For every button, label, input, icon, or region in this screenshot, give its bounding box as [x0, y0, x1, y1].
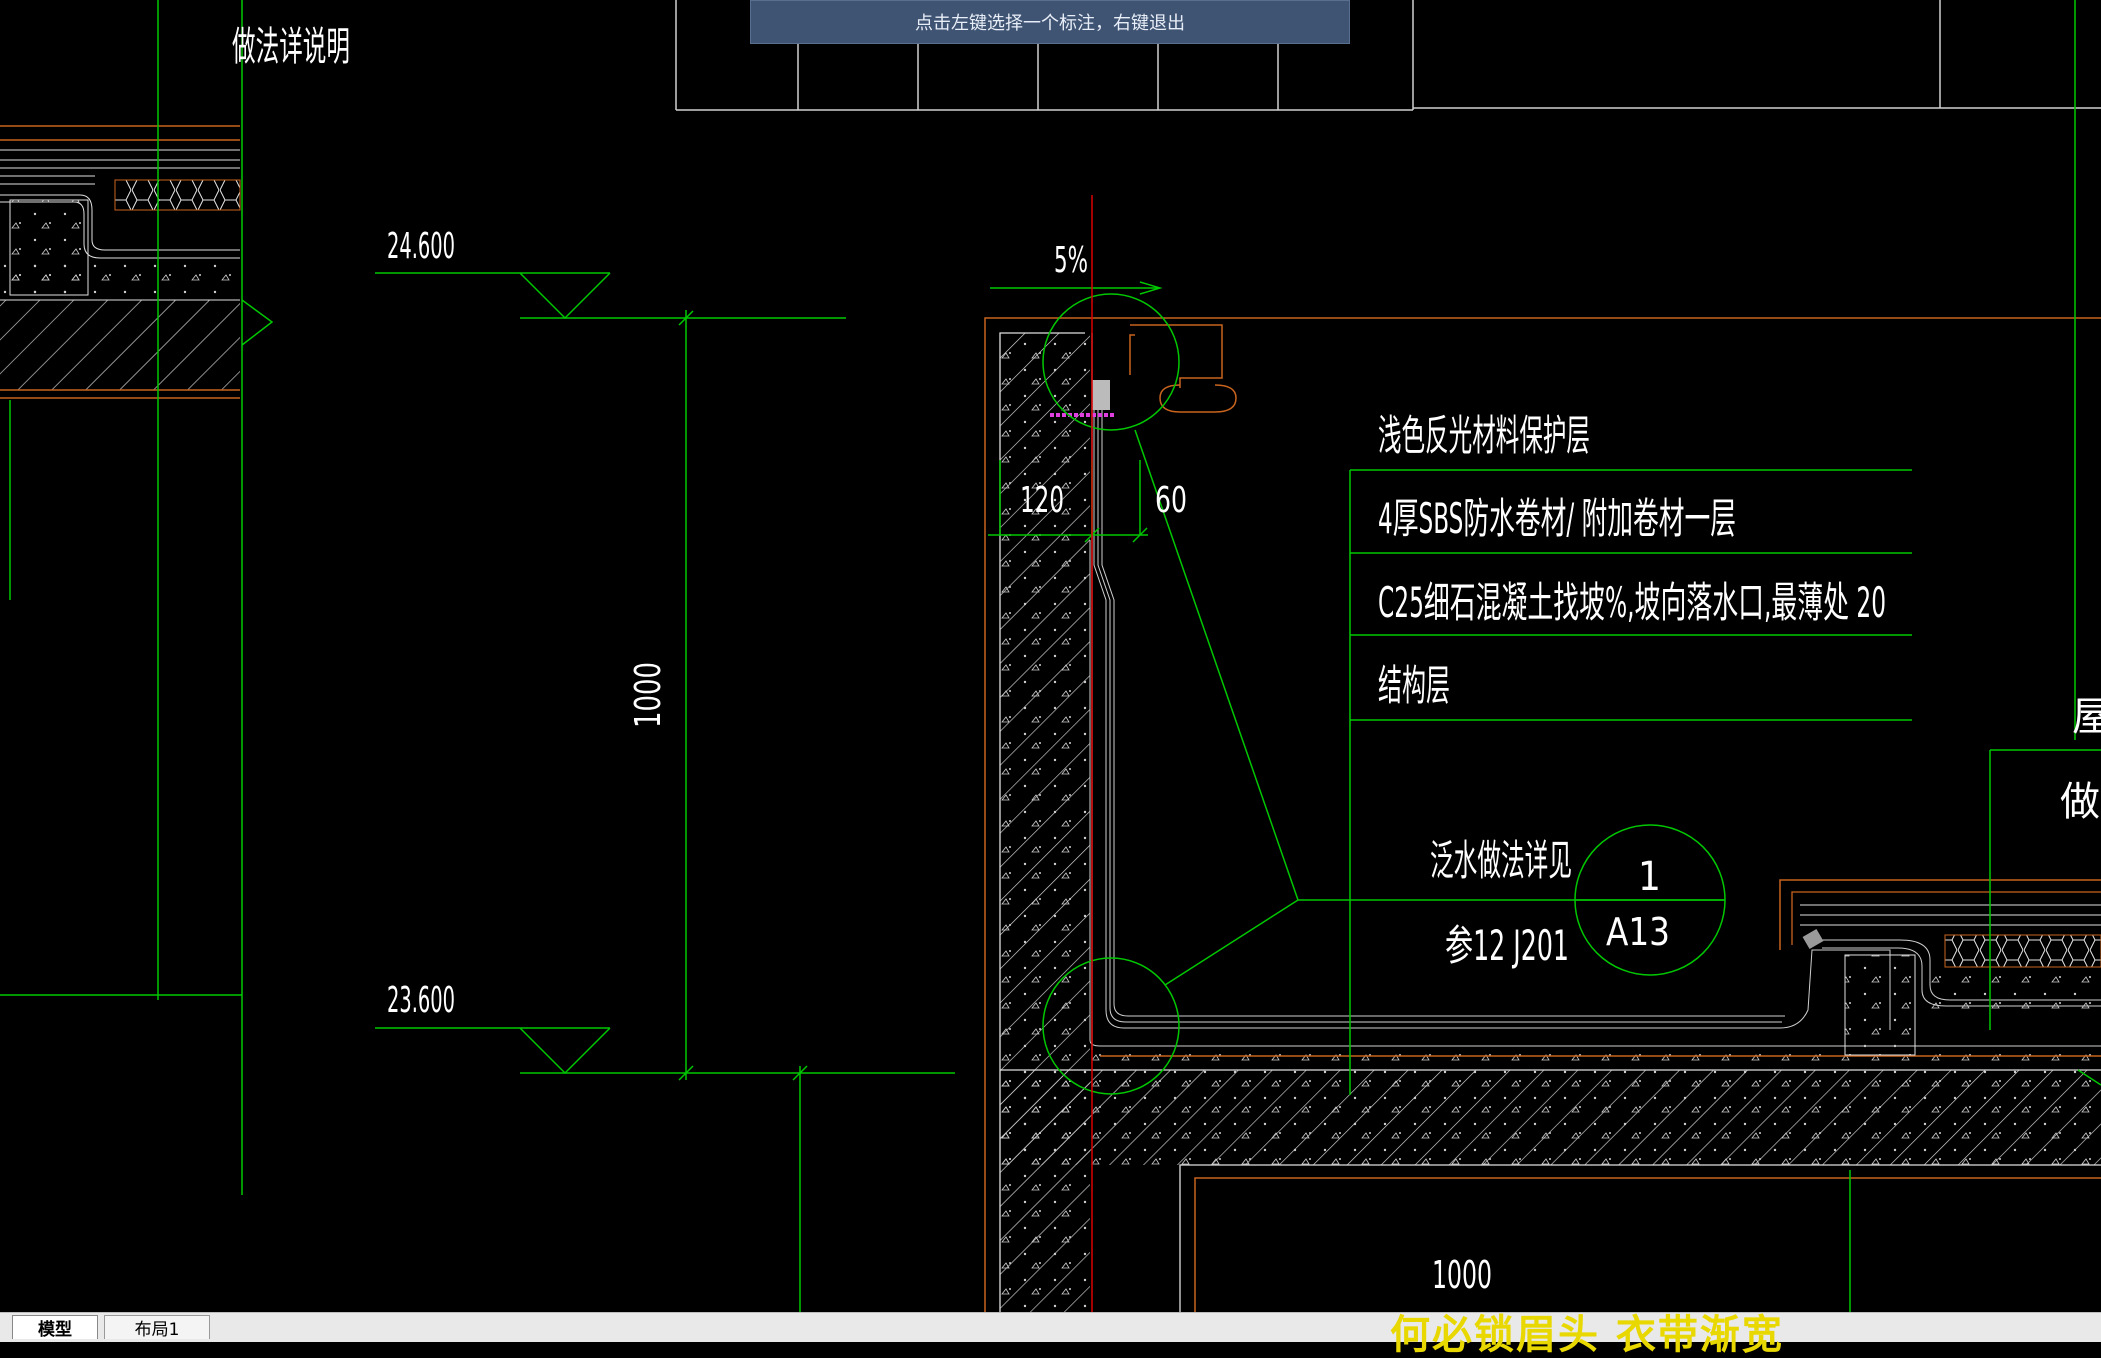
dim-height: 1000 [628, 662, 669, 728]
tab-layout1[interactable]: 布局1 [104, 1315, 210, 1340]
dim-60: 60 [1155, 480, 1187, 521]
atlas-reference: 参12 J201 [1445, 921, 1569, 970]
slope-label: 5% [1054, 240, 1088, 281]
coping-profile [1129, 324, 1237, 413]
callout-sheet: A13 [1606, 910, 1670, 954]
detail-title: 做法详说明 [232, 24, 350, 70]
cad-drawing-canvas[interactable]: 做法详说明 24.600 23.600 1000 5% 120 60 浅色反光材… [0, 0, 2101, 1341]
flashing-reference: 泛水做法详见 [1430, 836, 1572, 885]
layer-screed: C25细石混凝土找坡%,坡向落水口,最薄处 20 [1378, 578, 1886, 627]
dim-bottom: 1000 [1432, 1253, 1492, 1297]
right-partial-text-1: 屋 [2072, 694, 2101, 740]
elevation-bottom: 23.600 [387, 980, 455, 1021]
layer-structure: 结构层 [1378, 661, 1450, 710]
ad-banner[interactable]: 何必锁眉头 衣带渐宽 [1390, 1315, 1784, 1355]
left-roof-detail [0, 125, 241, 399]
right-partial-text-2: 做法 [2060, 779, 2101, 825]
roof-slab [1000, 1048, 2101, 1312]
layer-protection: 浅色反光材料保护层 [1378, 411, 1590, 460]
callout-number: 1 [1638, 854, 1661, 900]
elevation-top: 24.600 [387, 226, 455, 267]
command-tooltip: 点击左键选择一个标注，右键退出 [750, 0, 1350, 44]
left-green-lines [0, 0, 274, 1195]
dim-120: 120 [1020, 480, 1064, 521]
layout-tab-bar: 模型 布局1 [0, 1312, 2101, 1342]
elevation-marks [375, 272, 955, 1312]
tab-model[interactable]: 模型 [12, 1315, 98, 1340]
layer-membrane: 4厚SBS防水卷材/ 附加卷材一层 [1378, 494, 1736, 543]
